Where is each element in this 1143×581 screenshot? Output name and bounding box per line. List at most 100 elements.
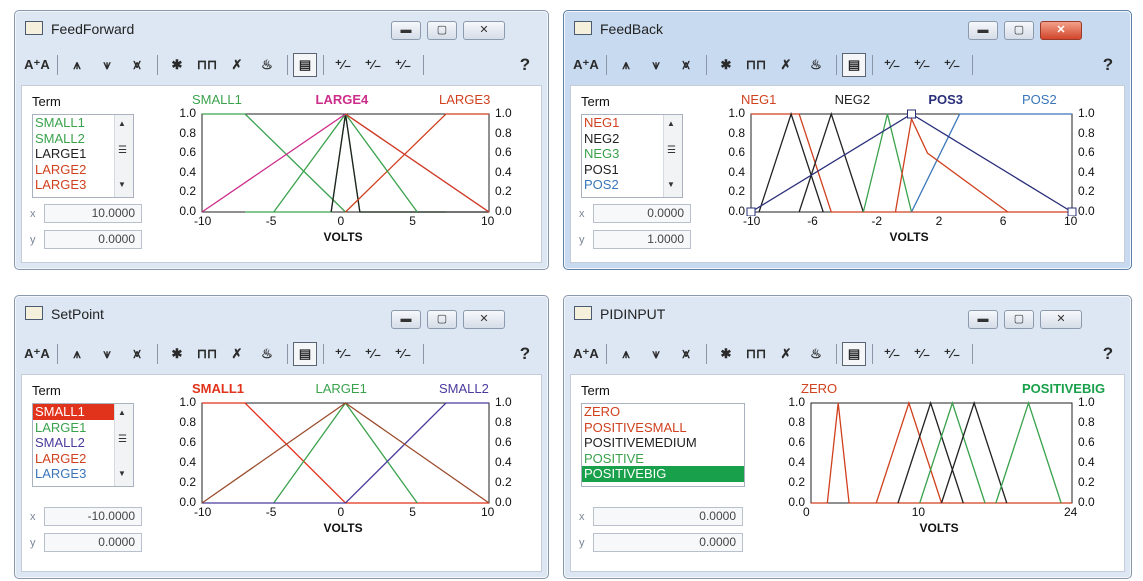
trash-tool-icon[interactable]: ♨ [802, 342, 830, 366]
add-tri-tool-icon[interactable]: ⩛ [93, 342, 121, 366]
help-tool-icon[interactable]: ? [514, 53, 536, 77]
view-tool-icon[interactable]: ▤ [842, 53, 866, 77]
minimize-button[interactable]: ▬ [968, 310, 998, 329]
x-axis-label: VOLTS [323, 521, 363, 535]
y-value-field[interactable]: 0.0000 [44, 230, 142, 249]
add-tri-tool-icon[interactable]: ⩛ [642, 53, 670, 77]
range-tool-icon[interactable]: ⊓⊓ [193, 342, 221, 366]
plusminus-3-icon[interactable]: ⁺⁄₋ [389, 342, 417, 366]
view-tool-icon[interactable]: ▤ [293, 53, 317, 77]
shape-tool-icon[interactable]: ✗ [223, 53, 251, 77]
close-icon: ✕ [479, 313, 489, 325]
plusminus-2-icon[interactable]: ⁺⁄₋ [359, 53, 387, 77]
panel: Term SMALL1 SMALL2 LARGE1 LARGE2 LARGE3 ▲ ☰ ▼ x… [21, 85, 542, 263]
font-scale-tool-icon[interactable]: A⁺A [572, 342, 600, 366]
y-value-field[interactable]: 1.0000 [593, 230, 691, 249]
window-feedback[interactable]: FeedBack ▬ ▢ ✕ A⁺A ⩚ ⩛ ⩙ ✱ ⊓⊓ ✗ ♨ ▤ ⁺⁄₋ ⁺⁄₋ ⁺⁄₋? Te… [563, 10, 1132, 270]
y-tick-label: 0.2 [788, 475, 805, 489]
close-button[interactable]: ✕ [1040, 21, 1082, 40]
range-tool-icon[interactable]: ⊓⊓ [193, 53, 221, 77]
y-value-field[interactable]: 0.0000 [593, 533, 743, 552]
title-bar[interactable]: PIDINPUT ▬ ▢ ✕ [564, 296, 1131, 332]
y-tick-label: 1.0 [728, 106, 745, 120]
close-button[interactable]: ✕ [463, 21, 505, 40]
add-multi-tool-icon[interactable]: ⩙ [123, 342, 151, 366]
plusminus-3-icon[interactable]: ⁺⁄₋ [938, 342, 966, 366]
help-tool-icon[interactable]: ? [1097, 53, 1119, 77]
close-button[interactable]: ✕ [463, 310, 505, 329]
plusminus-2-icon[interactable]: ⁺⁄₋ [908, 53, 936, 77]
maximize-button[interactable]: ▢ [1004, 21, 1034, 40]
x-tick-label: 2 [935, 214, 943, 228]
y-tick-label: 0.8 [179, 415, 196, 429]
toolbar-separator [706, 344, 707, 364]
plusminus-1-icon[interactable]: ⁺⁄₋ [329, 53, 357, 77]
shape-tool-icon[interactable]: ✗ [223, 342, 251, 366]
mf-label: NEG2 [834, 92, 871, 107]
plusminus-1-icon[interactable]: ⁺⁄₋ [329, 342, 357, 366]
plusminus-3-icon[interactable]: ⁺⁄₋ [938, 53, 966, 77]
y-value-field[interactable]: 0.0000 [44, 533, 142, 552]
add-mf-tool-icon[interactable]: ⩚ [63, 342, 91, 366]
maximize-button[interactable]: ▢ [1004, 310, 1034, 329]
edit-tool-icon[interactable]: ✱ [163, 53, 191, 77]
x-tick-label: 10 [911, 505, 926, 519]
add-tri-tool-icon[interactable]: ⩛ [642, 342, 670, 366]
y-tick-label: 0.6 [728, 145, 745, 160]
minimize-button[interactable]: ▬ [391, 21, 421, 40]
add-mf-tool-icon[interactable]: ⩚ [612, 342, 640, 366]
x-tick-label: -10 [194, 214, 212, 228]
x-value-field[interactable]: -10.0000 [44, 507, 142, 526]
range-tool-icon[interactable]: ⊓⊓ [742, 53, 770, 77]
toolbar-separator [57, 55, 58, 75]
toolbar-separator [157, 55, 158, 75]
add-multi-tool-icon[interactable]: ⩙ [123, 53, 151, 77]
plusminus-1-icon[interactable]: ⁺⁄₋ [878, 53, 906, 77]
title-bar[interactable]: FeedBack ▬ ▢ ✕ [564, 11, 1131, 47]
font-scale-tool-icon[interactable]: A⁺A [572, 53, 600, 77]
add-mf-tool-icon[interactable]: ⩚ [63, 53, 91, 77]
plusminus-2-icon[interactable]: ⁺⁄₋ [908, 342, 936, 366]
minimize-button[interactable]: ▬ [968, 21, 998, 40]
x-value-field[interactable]: 0.0000 [593, 507, 743, 526]
window-pidinput[interactable]: PIDINPUT ▬ ▢ ✕ A⁺A ⩚ ⩛ ⩙ ✱ ⊓⊓ ✗ ♨ ▤ ⁺⁄₋ ⁺⁄₋ ⁺⁄₋? Te… [563, 295, 1132, 579]
view-tool-icon[interactable]: ▤ [293, 342, 317, 366]
range-tool-icon[interactable]: ⊓⊓ [742, 342, 770, 366]
help-tool-icon[interactable]: ? [514, 342, 536, 366]
maximize-button[interactable]: ▢ [427, 310, 457, 329]
shape-tool-icon[interactable]: ✗ [772, 342, 800, 366]
y-tick-label: 0.0 [1078, 204, 1095, 218]
trash-tool-icon[interactable]: ♨ [253, 342, 281, 366]
trash-tool-icon[interactable]: ♨ [253, 53, 281, 77]
add-multi-tool-icon[interactable]: ⩙ [672, 342, 700, 366]
window-feedforward[interactable]: FeedForward ▬ ▢ ✕ A⁺A ⩚ ⩛ ⩙ ✱ ⊓⊓ ✗ ♨ ▤ ⁺⁄₋ ⁺⁄₋ ⁺⁄₋?… [14, 10, 549, 270]
add-multi-tool-icon[interactable]: ⩙ [672, 53, 700, 77]
maximize-button[interactable]: ▢ [427, 21, 457, 40]
help-tool-icon[interactable]: ? [1097, 342, 1119, 366]
edit-tool-icon[interactable]: ✱ [712, 53, 740, 77]
view-tool-icon[interactable]: ▤ [842, 342, 866, 366]
plusminus-1-icon[interactable]: ⁺⁄₋ [878, 342, 906, 366]
y-tick-label: 0.4 [1078, 164, 1095, 179]
y-tick-label: 1.0 [495, 106, 512, 120]
x-field-label: x [30, 511, 36, 523]
title-bar[interactable]: FeedForward ▬ ▢ ✕ [15, 11, 548, 47]
font-scale-tool-icon[interactable]: A⁺A [23, 53, 51, 77]
font-scale-tool-icon[interactable]: A⁺A [23, 342, 51, 366]
plusminus-3-icon[interactable]: ⁺⁄₋ [389, 53, 417, 77]
edit-tool-icon[interactable]: ✱ [712, 342, 740, 366]
window-setpoint[interactable]: SetPoint ▬ ▢ ✕ A⁺A ⩚ ⩛ ⩙ ✱ ⊓⊓ ✗ ♨ ▤ ⁺⁄₋ ⁺⁄₋ ⁺⁄₋? Te… [14, 295, 549, 579]
y-field-label: y [30, 537, 36, 549]
close-button[interactable]: ✕ [1040, 310, 1082, 329]
add-mf-tool-icon[interactable]: ⩚ [612, 53, 640, 77]
x-axis-label: VOLTS [323, 230, 363, 244]
edit-tool-icon[interactable]: ✱ [163, 342, 191, 366]
minimize-button[interactable]: ▬ [391, 310, 421, 329]
maximize-icon: ▢ [1013, 24, 1025, 36]
shape-tool-icon[interactable]: ✗ [772, 53, 800, 77]
add-tri-tool-icon[interactable]: ⩛ [93, 53, 121, 77]
title-bar[interactable]: SetPoint ▬ ▢ ✕ [15, 296, 548, 332]
y-tick-label: 1.0 [179, 106, 196, 120]
plusminus-2-icon[interactable]: ⁺⁄₋ [359, 342, 387, 366]
trash-tool-icon[interactable]: ♨ [802, 53, 830, 77]
